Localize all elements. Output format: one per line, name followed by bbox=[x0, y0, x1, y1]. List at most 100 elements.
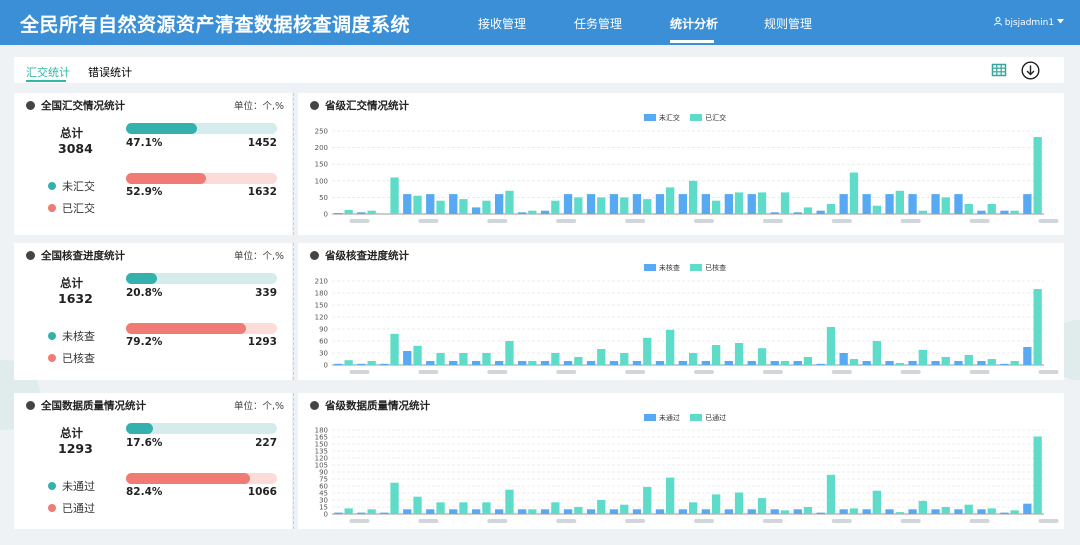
bar bbox=[459, 353, 468, 365]
bar bbox=[747, 361, 756, 365]
bar bbox=[413, 345, 422, 365]
nav-task[interactable]: 任务管理 bbox=[574, 15, 622, 32]
tab-error-stats[interactable]: 错误统计 bbox=[88, 64, 132, 80]
y-tick-label: 200 bbox=[315, 144, 328, 152]
blurred-x-label bbox=[625, 219, 646, 223]
bar bbox=[872, 490, 881, 514]
bar bbox=[403, 194, 412, 214]
y-tick-label: 100 bbox=[315, 177, 328, 185]
y-tick-label: 180 bbox=[315, 427, 328, 435]
bar bbox=[482, 353, 491, 365]
panel-title: 全国汇交情况统计 bbox=[26, 98, 125, 113]
progress-percent: 79.2% bbox=[126, 336, 163, 348]
y-tick-label: 0 bbox=[324, 211, 328, 219]
y-tick-label: 0 bbox=[324, 362, 328, 370]
bar bbox=[495, 194, 504, 214]
total-label: 总计 bbox=[60, 276, 83, 290]
user-menu[interactable]: bjsjadmin1 bbox=[993, 17, 1064, 28]
summary-panel: 全国汇交情况统计 单位：个,% 总计 3084 47.1% 1452 52.9%… bbox=[14, 93, 292, 235]
y-tick-label: 90 bbox=[319, 469, 328, 477]
bar bbox=[426, 194, 435, 214]
bar bbox=[643, 486, 652, 514]
bar bbox=[334, 512, 343, 514]
bar bbox=[586, 509, 596, 514]
blurred-x-label bbox=[625, 519, 646, 523]
panel-divider bbox=[293, 243, 294, 380]
blurred-x-label bbox=[625, 370, 646, 374]
bar bbox=[413, 496, 422, 514]
bar bbox=[505, 341, 514, 365]
blurred-x-label bbox=[694, 219, 714, 223]
legend-dot bbox=[48, 354, 56, 362]
legend-dot bbox=[48, 182, 56, 190]
bar bbox=[1010, 510, 1019, 514]
nav-receive[interactable]: 接收管理 bbox=[478, 15, 526, 32]
bar bbox=[334, 213, 343, 214]
bar bbox=[1033, 289, 1042, 365]
bar bbox=[908, 194, 917, 214]
tab-active-indicator bbox=[26, 80, 66, 82]
bar bbox=[449, 194, 458, 214]
y-tick-label: 135 bbox=[315, 448, 328, 456]
bar bbox=[987, 508, 996, 514]
bar bbox=[678, 361, 687, 365]
bar bbox=[734, 492, 744, 514]
y-tick-label: 90 bbox=[319, 326, 328, 334]
bar bbox=[689, 502, 698, 514]
bar bbox=[620, 504, 629, 514]
progress-count: 1066 bbox=[247, 486, 277, 498]
bar bbox=[931, 361, 940, 365]
globe-icon bbox=[26, 401, 35, 410]
y-tick-label: 150 bbox=[315, 161, 328, 169]
download-icon[interactable] bbox=[1021, 61, 1040, 80]
tab-submission-stats[interactable]: 汇交统计 bbox=[26, 64, 70, 80]
blurred-x-label bbox=[900, 370, 921, 374]
bar bbox=[449, 509, 458, 514]
bar bbox=[482, 502, 491, 514]
province-chart-panel: 省级数据质量情况统计 未通过 已通过 0 15 30 45 60 75 90 105 120 13… bbox=[298, 393, 1064, 529]
bar bbox=[839, 194, 848, 214]
bar bbox=[436, 502, 445, 514]
progress-track bbox=[126, 323, 277, 334]
bar bbox=[390, 177, 399, 214]
bar bbox=[1000, 363, 1009, 365]
blurred-x-label bbox=[900, 219, 921, 223]
bar bbox=[816, 363, 825, 365]
bar bbox=[505, 489, 514, 514]
bar bbox=[849, 172, 859, 214]
nav-statistics[interactable]: 统计分析 bbox=[670, 15, 718, 32]
y-tick-label: 75 bbox=[319, 476, 328, 484]
bar bbox=[872, 205, 881, 214]
user-name: bjsjadmin1 bbox=[1004, 18, 1055, 28]
bar bbox=[941, 507, 950, 514]
nav-rules[interactable]: 规则管理 bbox=[764, 15, 812, 32]
table-view-icon[interactable] bbox=[991, 62, 1007, 78]
blurred-x-label bbox=[487, 519, 508, 523]
bar bbox=[632, 361, 642, 365]
bar bbox=[357, 212, 366, 214]
summary-panel: 全国核查进度统计 单位：个,% 总计 1632 20.8% 339 79.2% … bbox=[14, 243, 292, 380]
y-tick-label: 250 bbox=[315, 128, 328, 136]
bar bbox=[678, 509, 687, 514]
bar bbox=[712, 345, 721, 365]
bar bbox=[954, 194, 963, 214]
blurred-x-label bbox=[831, 519, 852, 523]
progress-count: 227 bbox=[255, 437, 277, 449]
bar bbox=[826, 327, 836, 365]
bar bbox=[426, 361, 435, 365]
bar bbox=[505, 190, 514, 214]
bar bbox=[954, 361, 963, 365]
bar bbox=[803, 507, 813, 514]
bar bbox=[734, 343, 744, 365]
bar bbox=[563, 509, 573, 514]
user-icon bbox=[993, 17, 1002, 26]
bar bbox=[620, 353, 629, 365]
bar bbox=[793, 361, 802, 365]
bar bbox=[609, 361, 619, 365]
progress-percent: 20.8% bbox=[126, 287, 163, 299]
blurred-x-label bbox=[418, 519, 439, 523]
bar bbox=[918, 210, 927, 214]
bar bbox=[816, 512, 825, 514]
bar bbox=[941, 197, 950, 214]
bar bbox=[643, 337, 652, 365]
